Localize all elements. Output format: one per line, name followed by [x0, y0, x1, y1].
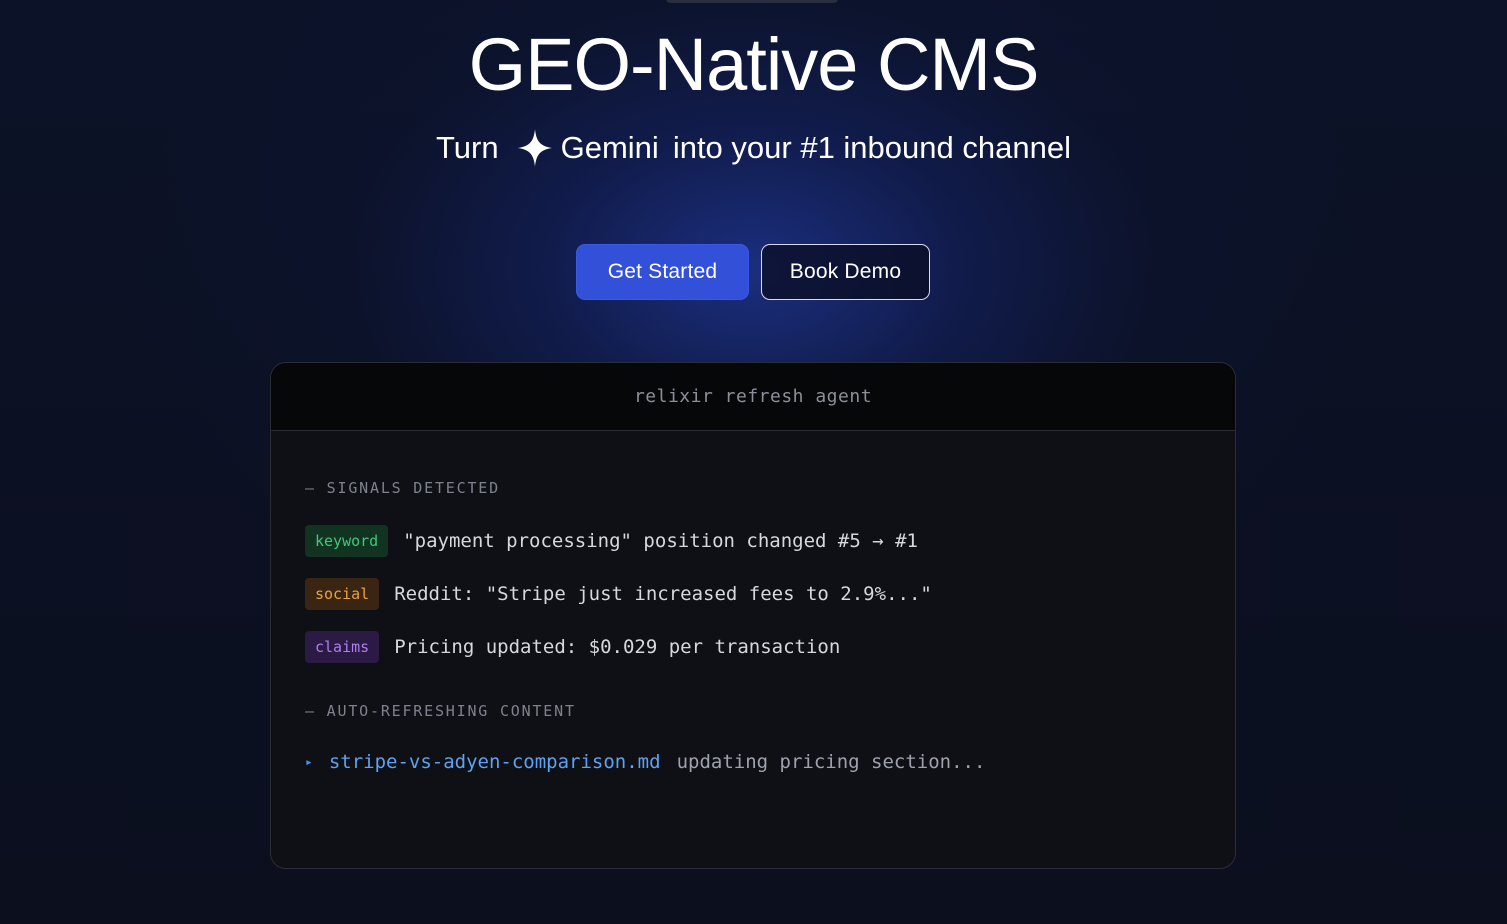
- book-demo-button[interactable]: Book Demo: [761, 244, 930, 300]
- play-arrow-icon: ▸: [305, 754, 313, 770]
- keyword-tag: keyword: [305, 525, 389, 557]
- signal-text: Pricing updated: $0.029 per transaction: [394, 636, 841, 658]
- auto-refresh-heading: — AUTO-REFRESHING CONTENT: [305, 702, 576, 720]
- terminal-header: relixir refresh agent: [271, 363, 1235, 431]
- terminal-title: relixir refresh agent: [633, 386, 873, 407]
- signals-heading: — SIGNALS DETECTED: [305, 479, 500, 497]
- subtitle-suffix: into your #1 inbound channel: [672, 130, 1071, 165]
- claims-tag: claims: [305, 631, 380, 663]
- refresh-item: ▸ stripe-vs-adyen-comparison.md updating…: [305, 751, 985, 773]
- signal-row-social: social Reddit: "Stripe just increased fe…: [305, 578, 932, 610]
- signal-row-claims: claims Pricing updated: $0.029 per trans…: [305, 631, 840, 663]
- gemini-sparkle-icon: [517, 128, 553, 168]
- signal-text: Reddit: "Stripe just increased fees to 2…: [394, 583, 932, 605]
- subtitle-brand: Gemini: [560, 130, 659, 165]
- terminal-window: relixir refresh agent — SIGNALS DETECTED…: [270, 362, 1236, 869]
- refresh-status: updating pricing section...: [676, 751, 986, 773]
- refresh-file-link[interactable]: stripe-vs-adyen-comparison.md: [329, 751, 661, 773]
- subtitle-prefix: Turn: [436, 130, 499, 165]
- hero-subtitle: Turn Gemini into your #1 inbound channel: [0, 128, 1507, 168]
- signal-text: "payment processing" position changed #5…: [403, 530, 918, 552]
- top-notch-pill: [666, 0, 838, 3]
- social-tag: social: [305, 578, 380, 610]
- page-title: GEO-Native CMS: [468, 23, 1040, 106]
- get-started-button[interactable]: Get Started: [576, 244, 749, 300]
- signal-row-keyword: keyword "payment processing" position ch…: [305, 525, 918, 557]
